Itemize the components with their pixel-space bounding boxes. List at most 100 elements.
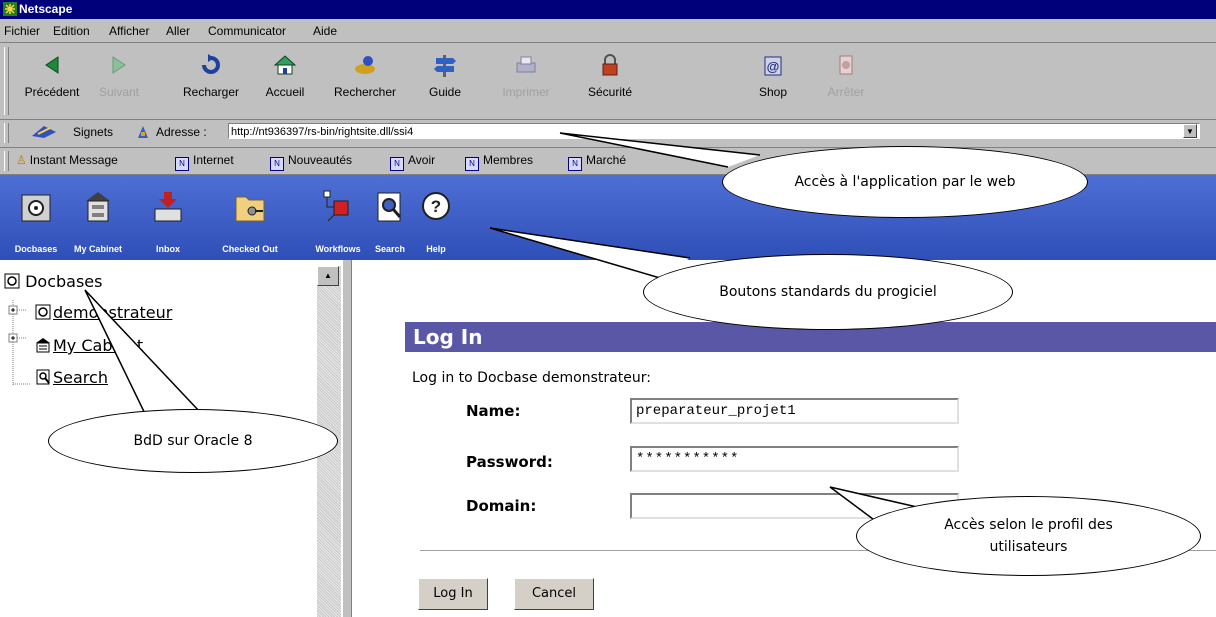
chevron-down-icon[interactable]: ▼	[1183, 124, 1197, 138]
workflow-icon	[323, 190, 349, 222]
pb-marche[interactable]: N Marché	[568, 153, 626, 171]
print-label: Imprimer	[502, 85, 550, 99]
personal-grip[interactable]	[4, 151, 9, 171]
domain-label: Domain:	[466, 497, 537, 515]
help-icon: ?	[422, 192, 450, 220]
window-title-bar: Netscape	[0, 0, 1216, 19]
url-input[interactable]: http://nt936397/rs-bin/rightsite.dll/ssi…	[228, 123, 1200, 139]
tree-item-my-cabinet-link[interactable]: My Cabinet	[53, 336, 143, 355]
guide-label: Guide	[428, 85, 462, 99]
tree-item-search[interactable]: Search	[35, 368, 108, 387]
pane-divider[interactable]	[342, 260, 352, 617]
inbox-icon	[154, 192, 182, 222]
help-button[interactable]: ? Help	[418, 189, 454, 254]
docbase-icon	[21, 194, 51, 222]
pb-nouveautes[interactable]: N Nouveautés	[270, 153, 352, 171]
pb-nouveautes-label: Nouveautés	[288, 153, 353, 167]
stop-button[interactable]: Arrêter	[811, 49, 881, 113]
svg-text:?: ?	[431, 197, 441, 216]
checked-out-button[interactable]: Checked Out	[222, 189, 278, 254]
callout-oracle-db: BdD sur Oracle 8	[48, 409, 338, 473]
svg-text:@: @	[767, 59, 780, 74]
pb-avoir-label: Avoir	[408, 153, 436, 167]
name-field[interactable]: preparateur_projet1	[630, 398, 959, 424]
pb-instant-message[interactable]: ♙ Instant Message	[16, 153, 118, 167]
menu-aller[interactable]: Aller	[166, 24, 190, 38]
bookmarks-label[interactable]: Signets	[73, 125, 113, 139]
pb-internet[interactable]: N Internet	[175, 153, 234, 171]
my-cabinet-button[interactable]: My Cabinet	[74, 189, 122, 254]
bookmark-icon: N	[175, 157, 189, 171]
inbox-button[interactable]: Inbox	[150, 189, 186, 254]
home-button[interactable]: Accueil	[250, 49, 320, 113]
checked-out-label: Checked Out	[222, 244, 278, 254]
pb-membres-label: Membres	[483, 153, 534, 167]
shop-button[interactable]: @ Shop	[738, 49, 808, 113]
navigation-toolbar: Précédent Suivant Recharger Accueil Rech…	[0, 43, 1216, 120]
reload-button[interactable]: Recharger	[176, 49, 246, 113]
forward-arrow-icon	[112, 56, 126, 74]
back-label: Précédent	[24, 85, 80, 99]
menu-edition[interactable]: Edition	[53, 24, 90, 38]
docbase-icon	[4, 273, 20, 289]
location-bar: Signets Adresse : http://nt936397/rs-bin…	[0, 120, 1216, 148]
tree-root[interactable]: Docbases	[4, 272, 102, 291]
location-icon[interactable]	[135, 124, 151, 140]
back-arrow-icon	[45, 56, 59, 74]
menu-aide[interactable]: Aide	[313, 24, 337, 38]
location-grip[interactable]	[4, 123, 9, 143]
tree-item-search-link[interactable]: Search	[53, 368, 108, 387]
back-button[interactable]: Précédent	[17, 49, 87, 113]
inbox-label: Inbox	[156, 244, 180, 254]
workflows-button[interactable]: Workflows	[315, 189, 361, 254]
print-button[interactable]: Imprimer	[491, 49, 561, 113]
password-field[interactable]: ***********	[630, 446, 959, 472]
bookmark-icon: N	[568, 157, 582, 171]
bookmark-icon: N	[465, 157, 479, 171]
cabinet-icon	[86, 192, 110, 222]
magnifier-icon	[377, 192, 402, 222]
cabinet-icon	[36, 338, 50, 353]
scroll-up-icon[interactable]: ▲	[317, 266, 339, 286]
security-label: Sécurité	[587, 85, 633, 99]
menu-fichier[interactable]: Fichier	[4, 24, 40, 38]
bookmarks-icon[interactable]	[30, 124, 60, 140]
callout-web-access: Accès à l'application par le web	[722, 146, 1088, 218]
search-app-button[interactable]: Search	[372, 189, 408, 254]
tree-item-demonstrateur[interactable]: demonstrateur	[35, 303, 172, 322]
forward-label: Suivant	[98, 85, 140, 99]
bookmark-icon: N	[390, 157, 404, 171]
callout-profile-access: Accès selon le profil des utilisateurs	[856, 496, 1201, 576]
cancel-button[interactable]: Cancel	[514, 578, 594, 610]
pb-avoir[interactable]: N Avoir	[390, 153, 435, 171]
shop-icon: @	[764, 56, 782, 76]
security-button[interactable]: Sécurité	[575, 49, 645, 113]
toolbar-grip[interactable]	[4, 47, 9, 115]
menu-afficher[interactable]: Afficher	[109, 24, 149, 38]
tree-item-demonstrateur-link[interactable]: demonstrateur	[53, 303, 172, 322]
home-icon	[273, 55, 297, 75]
person-icon: ♙	[16, 153, 27, 167]
forward-button[interactable]: Suivant	[84, 49, 154, 113]
reload-label: Recharger	[182, 85, 240, 99]
print-icon	[516, 56, 536, 73]
guide-icon	[434, 55, 456, 77]
stop-label: Arrêter	[827, 85, 865, 99]
netscape-logo-icon	[3, 2, 17, 16]
login-button[interactable]: Log In	[418, 578, 488, 610]
pb-membres[interactable]: N Membres	[465, 153, 533, 171]
name-label: Name:	[466, 402, 521, 420]
tree-root-label: Docbases	[25, 272, 103, 291]
checked-out-icon	[235, 196, 265, 222]
help-label: Help	[426, 244, 446, 254]
guide-button[interactable]: Guide	[410, 49, 480, 113]
pb-instant-message-label: Instant Message	[29, 153, 118, 167]
shop-label: Shop	[758, 85, 788, 99]
tree-item-my-cabinet[interactable]: My Cabinet	[35, 336, 143, 355]
search-label: Rechercher	[333, 85, 397, 99]
menu-communicator[interactable]: Communicator	[208, 24, 286, 38]
window-title: Netscape	[19, 2, 73, 16]
bookmark-icon: N	[270, 157, 284, 171]
docbases-button[interactable]: Docbases	[15, 189, 57, 254]
search-button[interactable]: Rechercher	[330, 49, 400, 113]
